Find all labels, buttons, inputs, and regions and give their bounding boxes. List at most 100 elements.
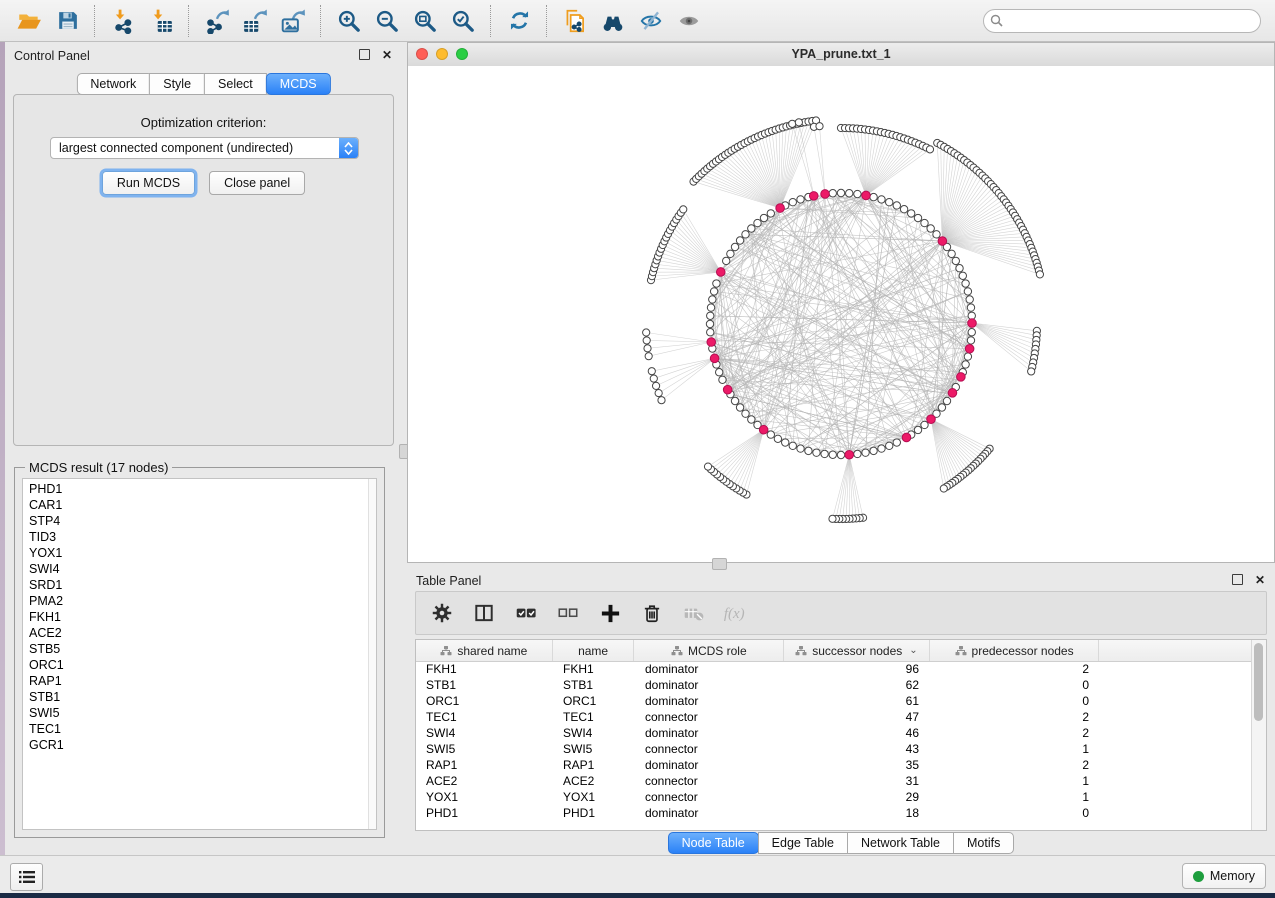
save-session-button[interactable] [48, 4, 86, 38]
network-leaf-node[interactable] [680, 206, 687, 213]
network-node[interactable] [968, 329, 975, 336]
cell-name[interactable]: TEC1 [553, 710, 635, 724]
cell-predecessor-nodes[interactable]: 2 [931, 662, 1101, 676]
network-node[interactable] [921, 219, 928, 226]
open-folder-button[interactable] [10, 4, 48, 38]
cell-mcds-role[interactable]: dominator [635, 726, 785, 740]
cell-successor-nodes[interactable]: 18 [785, 806, 931, 820]
mcds-selected-node[interactable] [776, 204, 785, 213]
mcds-selected-node[interactable] [968, 319, 977, 328]
cell-mcds-role[interactable]: connector [635, 790, 785, 804]
network-node[interactable] [927, 225, 934, 232]
table-row[interactable]: SWI5SWI5connector431 [416, 741, 1252, 757]
cell-shared-name[interactable]: PHD1 [416, 806, 553, 820]
table-row[interactable]: YOX1YOX1connector291 [416, 789, 1252, 805]
mcds-result-item[interactable]: ACE2 [29, 625, 376, 641]
mcds-result-item[interactable]: YOX1 [29, 545, 376, 561]
binoculars-find-button[interactable] [594, 4, 632, 38]
mcds-selected-node[interactable] [707, 338, 716, 347]
cell-predecessor-nodes[interactable]: 1 [931, 774, 1101, 788]
network-leaf-node[interactable] [789, 120, 796, 127]
cell-mcds-role[interactable]: dominator [635, 678, 785, 692]
network-node[interactable] [797, 196, 804, 203]
network-leaf-node[interactable] [652, 382, 659, 389]
network-leaf-node[interactable] [655, 389, 662, 396]
cell-predecessor-nodes[interactable]: 1 [931, 742, 1101, 756]
network-node[interactable] [829, 190, 836, 197]
network-canvas[interactable] [408, 66, 1274, 562]
network-node[interactable] [727, 250, 734, 257]
network-node[interactable] [878, 196, 885, 203]
network-leaf-node[interactable] [650, 375, 657, 382]
table-row[interactable]: STB1STB1dominator620 [416, 677, 1252, 693]
network-node[interactable] [789, 442, 796, 449]
zoom-fit-button[interactable] [406, 4, 444, 38]
network-node[interactable] [707, 304, 714, 311]
cell-shared-name[interactable]: TEC1 [416, 710, 553, 724]
table-row[interactable]: ACE2ACE2connector311 [416, 773, 1252, 789]
mcds-selected-node[interactable] [965, 344, 974, 353]
cell-successor-nodes[interactable]: 31 [785, 774, 931, 788]
network-node[interactable] [846, 190, 853, 197]
mcds-result-item[interactable]: CAR1 [29, 497, 376, 513]
mcds-result-item[interactable]: PHD1 [29, 481, 376, 497]
mcds-result-item[interactable]: STP4 [29, 513, 376, 529]
network-node[interactable] [782, 439, 789, 446]
cell-shared-name[interactable]: SWI5 [416, 742, 553, 756]
criterion-select[interactable]: largest connected component (undirected) [50, 137, 359, 159]
cell-predecessor-nodes[interactable]: 2 [931, 726, 1101, 740]
network-node[interactable] [900, 206, 907, 213]
mcds-result-item[interactable]: FKH1 [29, 609, 376, 625]
network-node[interactable] [837, 189, 844, 196]
run-mcds-button[interactable]: Run MCDS [102, 171, 195, 195]
cell-predecessor-nodes[interactable]: 0 [931, 806, 1101, 820]
cell-successor-nodes[interactable]: 61 [785, 694, 931, 708]
mcds-result-item[interactable]: TEC1 [29, 721, 376, 737]
cell-successor-nodes[interactable]: 46 [785, 726, 931, 740]
network-leaf-node[interactable] [643, 337, 650, 344]
mcds-selected-node[interactable] [716, 268, 725, 277]
mcds-selected-node[interactable] [902, 433, 911, 442]
mcds-result-item[interactable]: SWI5 [29, 705, 376, 721]
cell-name[interactable]: ORC1 [553, 694, 635, 708]
network-leaf-node[interactable] [648, 368, 655, 375]
network-node[interactable] [964, 353, 971, 360]
column-header-mcds-role[interactable]: MCDS role [634, 640, 784, 661]
mcds-selected-node[interactable] [862, 191, 871, 200]
mcds-result-list[interactable]: PHD1CAR1STP4TID3YOX1SWI4SRD1PMA2FKH1ACE2… [22, 478, 377, 830]
deselect-all-button[interactable] [554, 599, 582, 627]
network-node[interactable] [921, 421, 928, 428]
table-scrollbar-thumb[interactable] [1254, 643, 1263, 721]
cell-shared-name[interactable]: FKH1 [416, 662, 553, 676]
mcds-result-item[interactable]: ORC1 [29, 657, 376, 673]
network-window-titlebar[interactable]: YPA_prune.txt_1 [408, 43, 1274, 67]
table-row[interactable]: SWI4SWI4dominator462 [416, 725, 1252, 741]
cell-predecessor-nodes[interactable]: 1 [931, 790, 1101, 804]
network-node[interactable] [707, 329, 714, 336]
export-table-button[interactable] [236, 4, 274, 38]
table-panel-tab-edge-table[interactable]: Edge Table [758, 832, 848, 854]
network-node[interactable] [774, 435, 781, 442]
column-header-shared-name[interactable]: shared name [416, 640, 553, 661]
network-node[interactable] [938, 404, 945, 411]
network-node[interactable] [797, 445, 804, 452]
search-input[interactable] [983, 9, 1261, 33]
cell-mcds-role[interactable]: connector [635, 710, 785, 724]
mcds-selected-node[interactable] [821, 190, 830, 199]
control-panel-tab-select[interactable]: Select [204, 73, 267, 95]
network-leaf-node[interactable] [816, 123, 823, 130]
network-leaf-node[interactable] [1036, 271, 1043, 278]
column-header-name[interactable]: name [553, 640, 635, 661]
cell-shared-name[interactable]: ORC1 [416, 694, 553, 708]
network-node[interactable] [967, 337, 974, 344]
network-node[interactable] [736, 404, 743, 411]
cell-shared-name[interactable]: RAP1 [416, 758, 553, 772]
import-network-button[interactable] [104, 4, 142, 38]
network-node[interactable] [837, 451, 844, 458]
network-leaf-node[interactable] [1028, 368, 1035, 375]
network-node[interactable] [760, 214, 767, 221]
network-node[interactable] [731, 397, 738, 404]
cell-successor-nodes[interactable]: 35 [785, 758, 931, 772]
network-node[interactable] [715, 369, 722, 376]
network-leaf-node[interactable] [829, 515, 836, 522]
